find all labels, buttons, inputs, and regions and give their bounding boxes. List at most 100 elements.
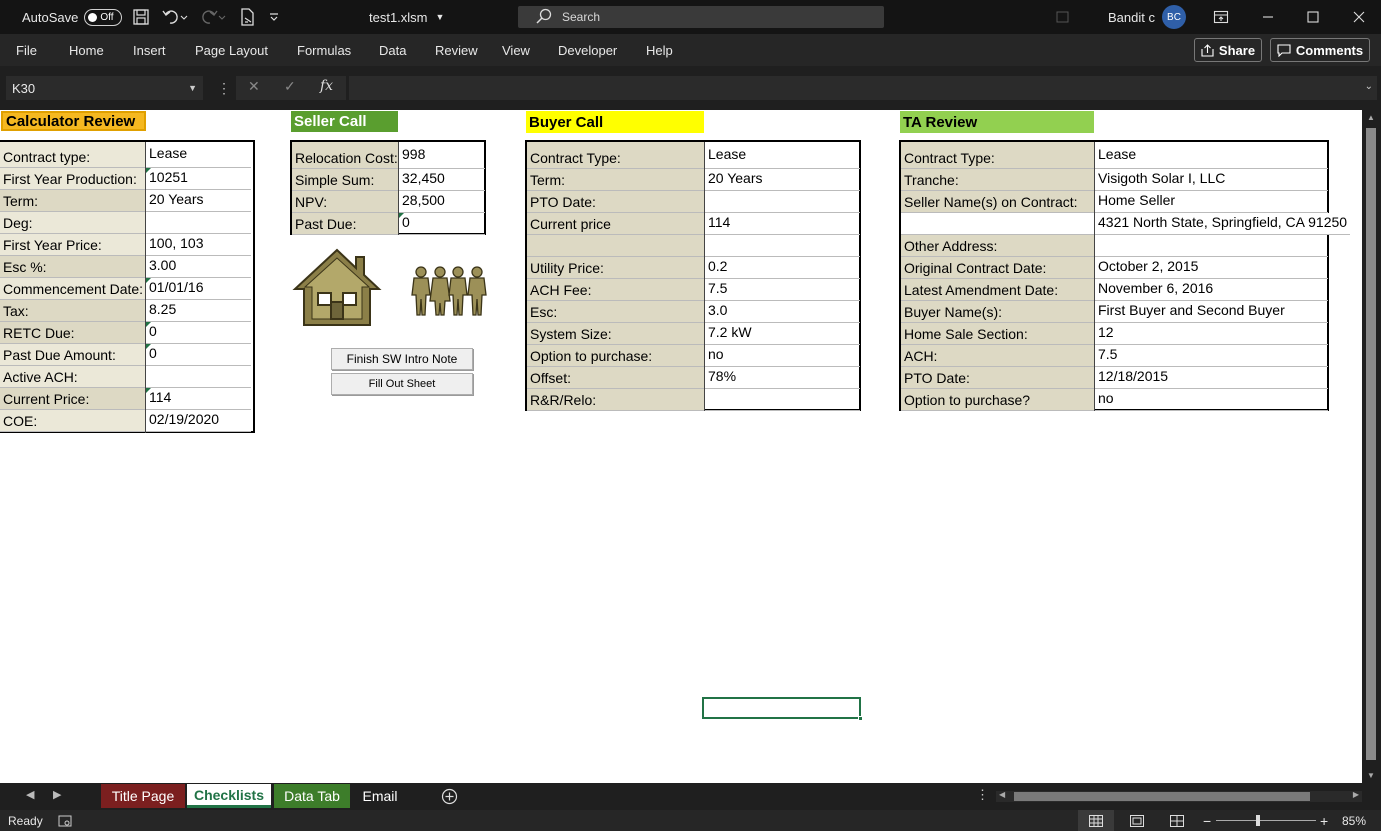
enter-icon[interactable]: ✓: [284, 78, 296, 95]
comments-button[interactable]: Comments: [1270, 38, 1370, 62]
customize-toolbar-icon[interactable]: [268, 0, 280, 34]
menu-insert[interactable]: Insert: [133, 34, 166, 66]
formula-input[interactable]: ⌄: [349, 76, 1377, 100]
menu-help[interactable]: Help: [646, 34, 673, 66]
seller-row-label[interactable]: Past Due:: [292, 213, 398, 235]
insert-function-icon[interactable]: fx: [320, 78, 333, 94]
ta-row-label[interactable]: ACH:: [901, 345, 1094, 367]
tab-checklists[interactable]: Checklists: [187, 784, 271, 808]
menu-view[interactable]: View: [502, 34, 530, 66]
scroll-up-icon[interactable]: ▲: [1367, 113, 1375, 122]
fill-out-sheet-button[interactable]: Fill Out Sheet: [331, 373, 473, 395]
ta-row-label[interactable]: [901, 213, 1094, 235]
ta-row-label[interactable]: Latest Amendment Date:: [901, 279, 1094, 301]
scroll-tabs-left-icon[interactable]: ◀: [26, 788, 34, 801]
buyer-row-label[interactable]: ACH Fee:: [527, 279, 704, 301]
tab-data-tab[interactable]: Data Tab: [274, 784, 350, 808]
calculator-row-label[interactable]: Active ACH:: [0, 366, 145, 388]
seller-row-label[interactable]: Relocation Cost:: [292, 142, 398, 169]
cancel-icon[interactable]: ✕: [248, 78, 260, 95]
page-break-view-icon[interactable]: [1170, 810, 1184, 831]
buyer-row-label[interactable]: R&R/Relo:: [527, 389, 704, 411]
calculator-row-label[interactable]: COE:: [0, 410, 145, 432]
buyer-row-value[interactable]: 114: [705, 213, 860, 235]
buyer-row-value[interactable]: [705, 235, 860, 257]
seller-row-value[interactable]: 32,450: [399, 169, 485, 191]
scroll-left-icon[interactable]: ◀: [999, 790, 1005, 799]
buyer-row-label[interactable]: [527, 235, 704, 257]
search-box[interactable]: Search: [518, 6, 884, 28]
buyer-row-label[interactable]: PTO Date:: [527, 191, 704, 213]
buyer-row-value[interactable]: 20 Years: [705, 169, 860, 191]
buyer-row-label[interactable]: Esc:: [527, 301, 704, 323]
ta-row-value[interactable]: Visigoth Solar I, LLC: [1095, 169, 1328, 191]
buyer-row-label[interactable]: Term:: [527, 169, 704, 191]
buyer-row-value[interactable]: Lease: [705, 142, 860, 169]
ta-row-label[interactable]: Tranche:: [901, 169, 1094, 191]
ta-row-value[interactable]: 4321 North State, Springfield, CA 91250: [1095, 213, 1350, 235]
scroll-down-icon[interactable]: ▼: [1367, 771, 1375, 780]
close-icon[interactable]: [1353, 0, 1365, 34]
calculator-row-value[interactable]: 02/19/2020: [146, 410, 251, 432]
calculator-row-value[interactable]: 8.25: [146, 300, 251, 322]
menu-data[interactable]: Data: [379, 34, 406, 66]
scroll-right-icon[interactable]: ▶: [1353, 790, 1359, 799]
new-file-icon[interactable]: [238, 0, 256, 34]
calculator-row-value[interactable]: 114: [146, 388, 251, 410]
finish-sw-intro-note-button[interactable]: Finish SW Intro Note: [331, 348, 473, 370]
calculator-row-value[interactable]: 3.00: [146, 256, 251, 278]
ribbon-display-options-icon[interactable]: [1213, 0, 1229, 34]
normal-view-icon[interactable]: [1078, 810, 1114, 831]
calculator-row-label[interactable]: First Year Price:: [0, 234, 145, 256]
vertical-scrollbar[interactable]: ▲ ▼: [1362, 110, 1381, 783]
ta-row-label[interactable]: Option to purchase?: [901, 389, 1094, 411]
scroll-tabs-right-icon[interactable]: ▶: [53, 788, 61, 801]
calculator-row-label[interactable]: Commencement Date:: [0, 278, 145, 300]
ta-row-label[interactable]: Original Contract Date:: [901, 257, 1094, 279]
autosave-toggle[interactable]: Off: [84, 8, 123, 26]
buyer-row-value[interactable]: 7.2 kW: [705, 323, 860, 345]
ta-row-label[interactable]: PTO Date:: [901, 367, 1094, 389]
worksheet-grid[interactable]: Calculator Review Contract type: Lease Fir…: [0, 110, 1362, 783]
calculator-row-value[interactable]: 01/01/16: [146, 278, 251, 300]
avatar[interactable]: BC: [1162, 5, 1186, 29]
buyer-row-label[interactable]: System Size:: [527, 323, 704, 345]
ta-row-label[interactable]: Home Sale Section:: [901, 323, 1094, 345]
share-button[interactable]: Share: [1194, 38, 1262, 62]
calculator-row-value[interactable]: Lease: [146, 142, 251, 168]
ta-row-value[interactable]: First Buyer and Second Buyer: [1095, 301, 1328, 323]
menu-home[interactable]: Home: [69, 34, 104, 66]
buyer-row-label[interactable]: Utility Price:: [527, 257, 704, 279]
name-box[interactable]: K30 ▼: [6, 76, 203, 100]
tab-options-icon[interactable]: ⋮: [976, 787, 989, 803]
menu-formulas[interactable]: Formulas: [297, 34, 351, 66]
ta-row-label[interactable]: Buyer Name(s):: [901, 301, 1094, 323]
menu-page-layout[interactable]: Page Layout: [195, 34, 268, 66]
calculator-row-label[interactable]: Contract type:: [0, 142, 145, 168]
calculator-row-value[interactable]: 10251: [146, 168, 251, 190]
zoom-slider[interactable]: [1216, 820, 1316, 821]
buyer-row-value[interactable]: 0.2: [705, 257, 860, 279]
calculator-row-value[interactable]: [146, 212, 251, 234]
name-box-dropdown-icon[interactable]: ▼: [188, 83, 197, 93]
calculator-row-label[interactable]: Term:: [0, 190, 145, 212]
zoom-out-icon[interactable]: −: [1203, 810, 1211, 831]
seller-row-value[interactable]: 28,500: [399, 191, 485, 213]
undo-icon[interactable]: [162, 0, 188, 34]
tab-email[interactable]: Email: [352, 784, 408, 808]
calculator-row-label[interactable]: Past Due Amount:: [0, 344, 145, 366]
buyer-row-value[interactable]: 3.0: [705, 301, 860, 323]
zoom-in-icon[interactable]: +: [1320, 810, 1328, 831]
ta-row-value[interactable]: Lease: [1095, 142, 1328, 169]
calculator-row-label[interactable]: RETC Due:: [0, 322, 145, 344]
menu-file[interactable]: File: [16, 34, 37, 66]
horizontal-scrollbar[interactable]: ◀ ▶: [996, 790, 1362, 802]
calculator-row-label[interactable]: Tax:: [0, 300, 145, 322]
seller-row-label[interactable]: Simple Sum:: [292, 169, 398, 191]
ta-row-value[interactable]: [1095, 235, 1328, 257]
calculator-row-value[interactable]: 0: [146, 344, 251, 366]
minimize-icon[interactable]: [1262, 0, 1274, 34]
ta-row-value[interactable]: 12: [1095, 323, 1328, 345]
calculator-row-label[interactable]: Esc %:: [0, 256, 145, 278]
vertical-scroll-thumb[interactable]: [1366, 128, 1376, 760]
